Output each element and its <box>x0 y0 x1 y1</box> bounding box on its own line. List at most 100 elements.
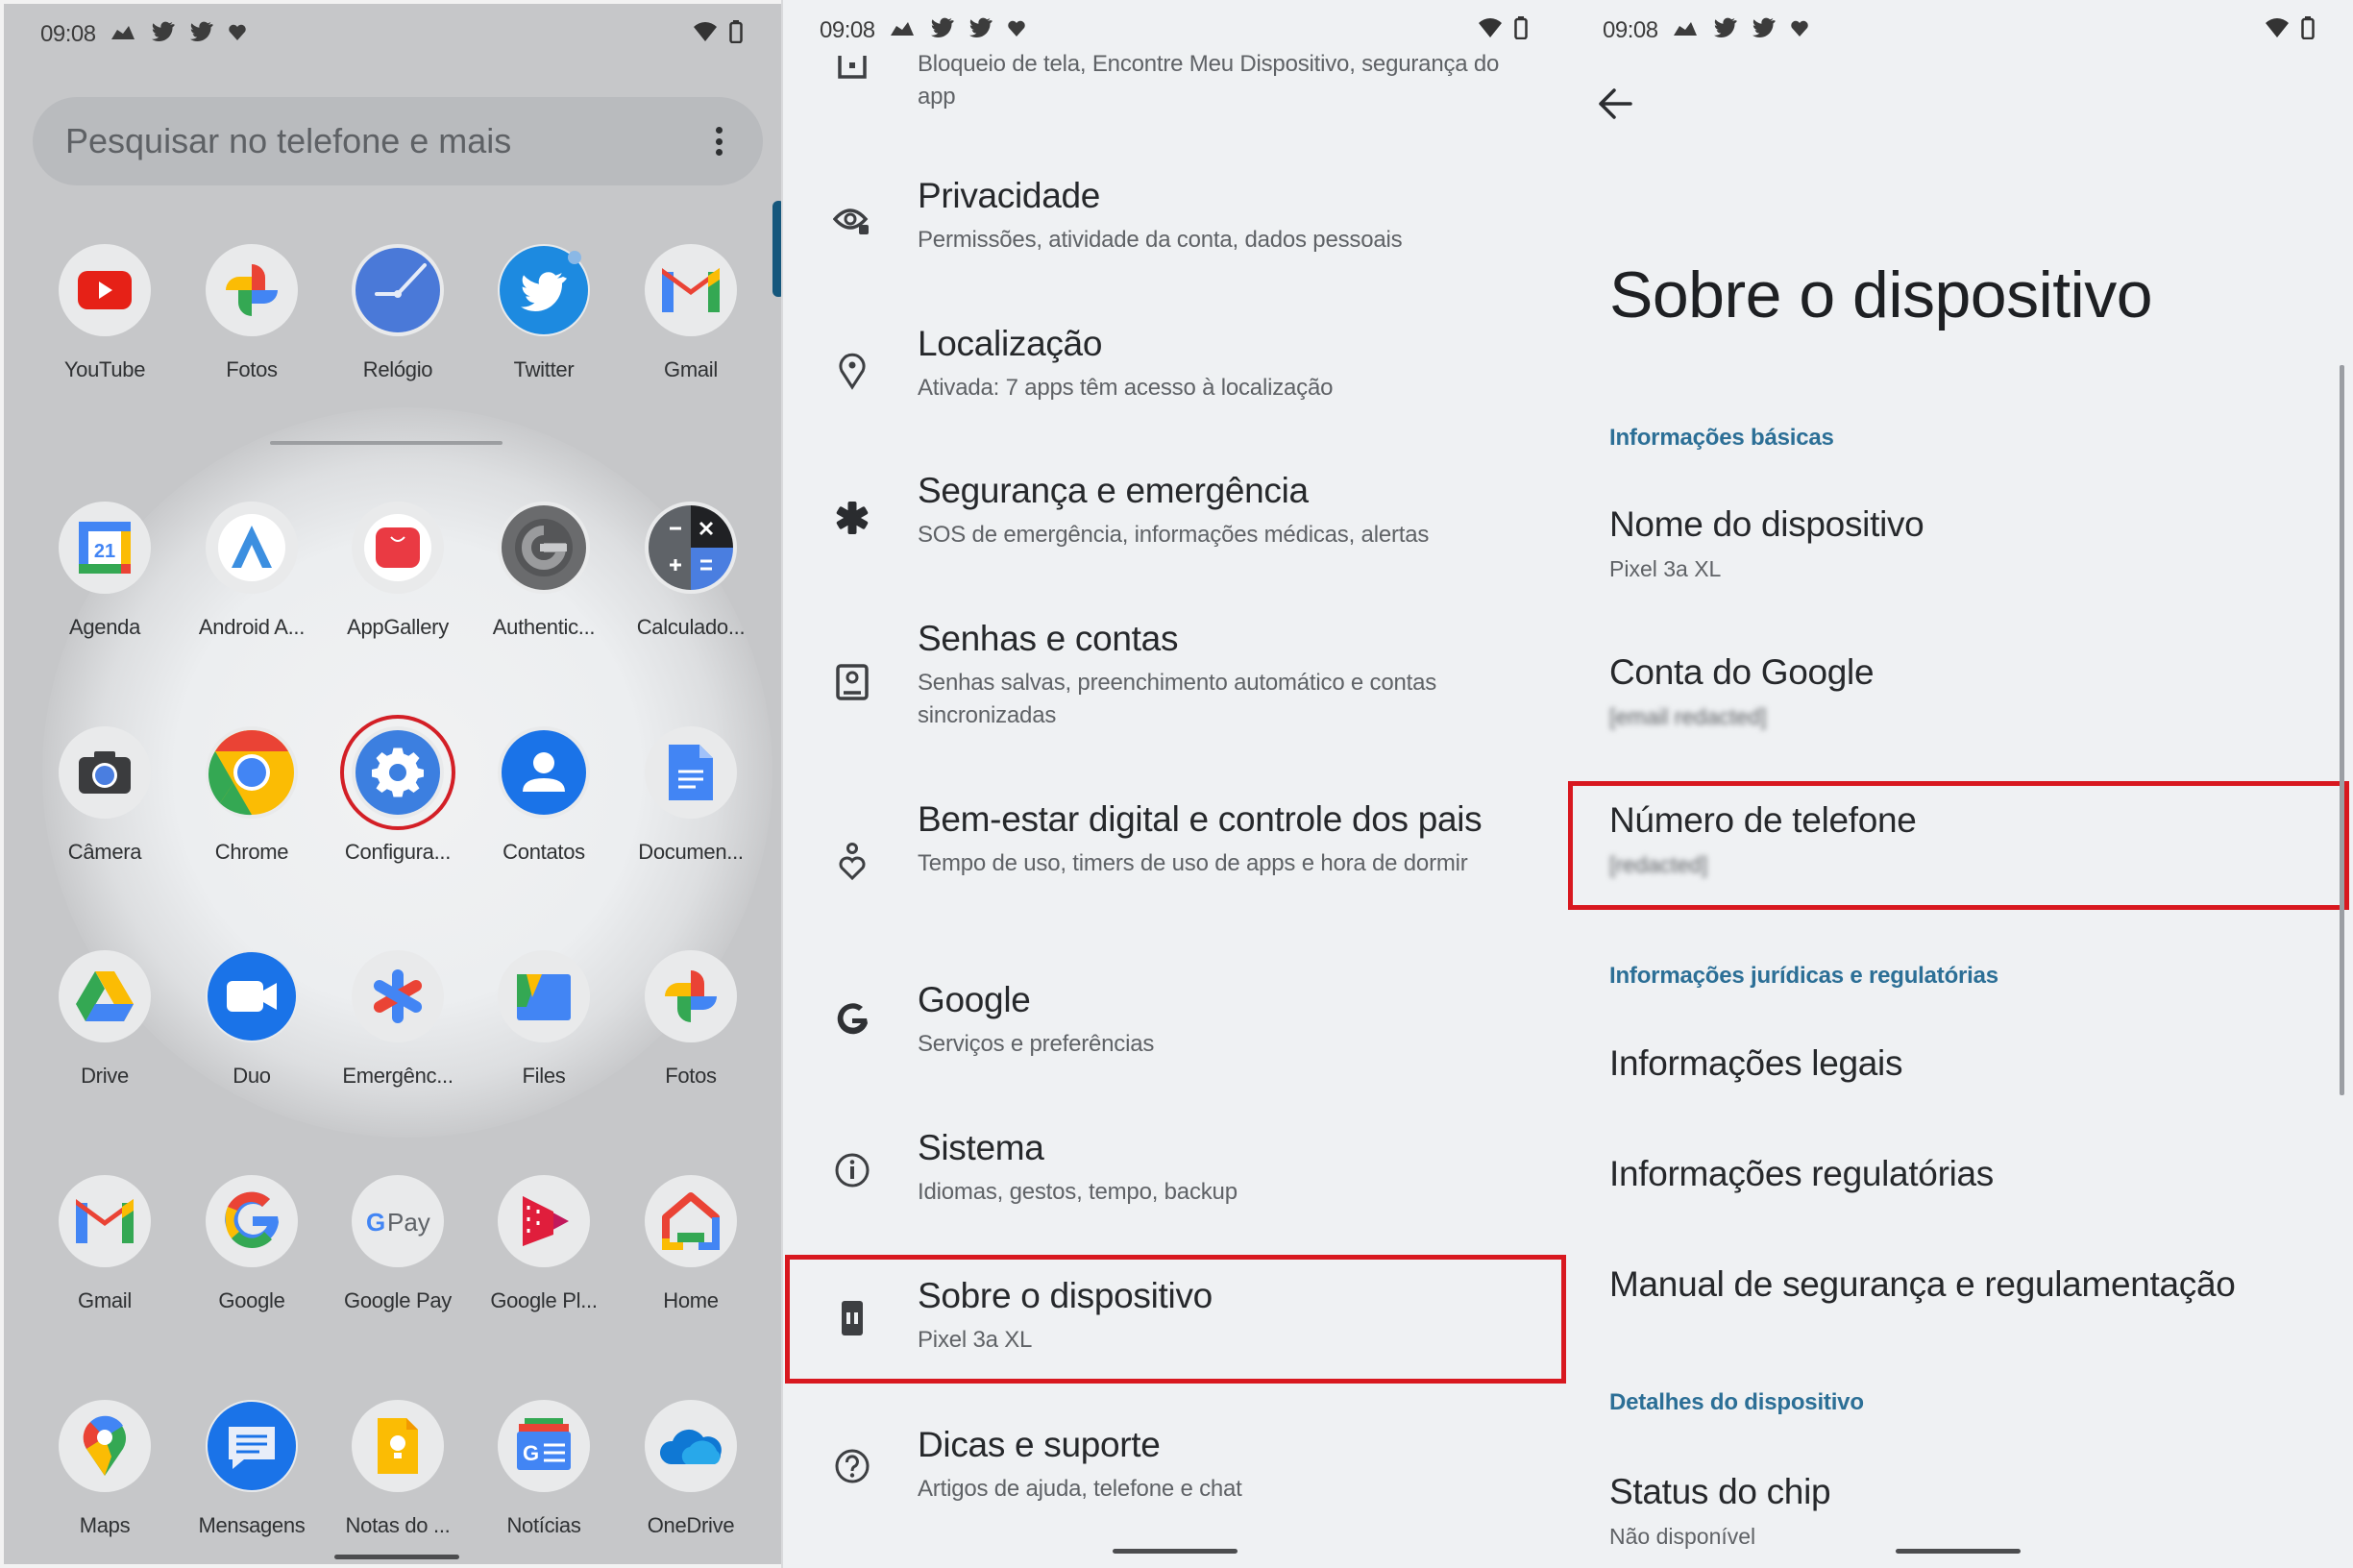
app-fotos[interactable]: Fotos <box>619 950 763 1089</box>
cloud-icon <box>1672 17 1699 44</box>
scrollbar[interactable] <box>772 201 781 297</box>
app-label: Chrome <box>214 840 289 864</box>
section-header-legal: Informações jurídicas e regulatórias <box>1609 963 1998 989</box>
heart-shield-icon <box>1790 17 1808 44</box>
app-label: Google Pay <box>344 1288 452 1312</box>
app-chrome[interactable]: Chrome <box>180 726 324 865</box>
highlight-box <box>785 1255 1566 1384</box>
about-device-panel: 09:08 Sobre o dispositivo Informações bá… <box>1566 0 2353 1568</box>
app-label: Configura... <box>344 840 452 864</box>
news-icon: G <box>498 1400 590 1492</box>
app-agenda[interactable]: 21 Agenda <box>33 502 177 640</box>
item-subtitle-redacted: [email redacted] <box>1609 704 1767 729</box>
cloud-icon <box>889 17 916 44</box>
docs-icon <box>645 726 737 819</box>
app-label: Files <box>522 1064 566 1088</box>
twitter-icon <box>1713 17 1737 45</box>
app-youtube[interactable]: YouTube <box>33 244 177 382</box>
contacts-icon <box>498 726 590 819</box>
app-appgallery[interactable]: AppGallery <box>326 502 470 640</box>
scrollbar[interactable] <box>2340 365 2344 1095</box>
app-label: Documen... <box>638 840 744 864</box>
app-calculado[interactable]: Calculado... <box>619 502 763 640</box>
status-bar: 09:08 <box>4 17 781 52</box>
app-google-pay[interactable]: G Pay Google Pay <box>326 1175 470 1313</box>
app-files[interactable]: Files <box>472 950 616 1089</box>
settings-item-title: Dicas e suporte <box>918 1425 1161 1464</box>
app-label: Authentic... <box>492 615 596 639</box>
app-twitter[interactable]: Twitter <box>472 244 616 382</box>
app-gmail[interactable]: Gmail <box>33 1175 177 1313</box>
item-title: Informações regulatórias <box>1609 1154 1994 1193</box>
app-label: YouTube <box>63 357 146 381</box>
onedrive-icon <box>645 1400 737 1492</box>
about-item-device-name[interactable]: Nome do dispositivo Pixel 3a XL <box>1609 504 2295 582</box>
appgallery-icon <box>352 502 444 594</box>
wellbeing-icon <box>831 841 873 883</box>
google-g-icon <box>831 999 873 1041</box>
app-label: Agenda <box>68 615 141 639</box>
status-bar: 09:08 <box>1566 13 2353 48</box>
home-icon <box>645 1175 737 1267</box>
app-onedrive[interactable]: OneDrive <box>619 1400 763 1538</box>
back-arrow-icon[interactable] <box>1597 85 1645 123</box>
calculator-icon <box>645 502 737 594</box>
status-time: 09:08 <box>820 17 875 43</box>
app-configura[interactable]: Configura... <box>326 715 470 865</box>
app-duo[interactable]: Duo <box>180 950 324 1089</box>
heart-shield-icon <box>1007 17 1025 44</box>
app-mensagens[interactable]: Mensagens <box>180 1400 324 1538</box>
about-item-legal-info[interactable]: Informações legais <box>1609 1043 2295 1084</box>
privacy-eye-icon <box>831 200 873 242</box>
status-bar: 09:08 <box>783 13 1566 48</box>
drive-icon <box>59 950 151 1042</box>
twitter-icon <box>498 244 590 336</box>
app-google-pl[interactable]: Google Pl... <box>472 1175 616 1313</box>
settings-item-title: Segurança e emergência <box>918 471 1309 510</box>
app-gmail[interactable]: Gmail <box>619 244 763 382</box>
wifi-icon <box>693 21 718 49</box>
app-contatos[interactable]: Contatos <box>472 726 616 865</box>
keep-notes-icon <box>352 1400 444 1492</box>
search-input[interactable] <box>65 121 707 161</box>
app-home[interactable]: Home <box>619 1175 763 1313</box>
app-label: Gmail <box>78 1288 132 1312</box>
app-authentic[interactable]: Authentic... <box>472 502 616 640</box>
app-label: Fotos <box>226 357 278 381</box>
item-title: Manual de segurança e regulamentação <box>1609 1264 2236 1304</box>
google-photos-icon <box>206 244 298 336</box>
about-item-google-account[interactable]: Conta do Google [email redacted] <box>1609 652 2295 730</box>
app-label: Maps <box>79 1513 131 1537</box>
app-android-a[interactable]: Android A... <box>180 502 324 640</box>
app-drawer-panel: 09:08 YouTube Fotos Relógio Twitter Gmail 21 A… <box>0 0 781 1568</box>
app-drive[interactable]: Drive <box>33 950 177 1089</box>
svg-text:Pay: Pay <box>387 1208 430 1237</box>
app-fotos[interactable]: Fotos <box>180 244 324 382</box>
app-notícias[interactable]: G Notícias <box>472 1400 616 1538</box>
about-item-safety-manual[interactable]: Manual de segurança e regulamentação <box>1609 1264 2295 1305</box>
settings-item-title: Localização <box>918 324 1103 363</box>
app-google[interactable]: Google <box>180 1175 324 1313</box>
about-item-regulatory-info[interactable]: Informações regulatórias <box>1609 1154 2295 1194</box>
settings-item-subtitle: Senhas salvas, preenchimento automático … <box>918 670 1437 728</box>
app-label: Drive <box>81 1064 129 1088</box>
app-maps[interactable]: Maps <box>33 1400 177 1538</box>
app-câmera[interactable]: Câmera <box>33 726 177 865</box>
item-subtitle: Não disponível <box>1609 1524 1756 1549</box>
settings-item-subtitle: Ativada: 7 apps têm acesso à localização <box>918 375 1334 401</box>
youtube-icon <box>59 244 151 336</box>
app-notas-do[interactable]: Notas do ... <box>326 1400 470 1538</box>
app-documen[interactable]: Documen... <box>619 726 763 865</box>
search-bar[interactable] <box>33 97 763 185</box>
app-relógio[interactable]: Relógio <box>326 244 470 382</box>
settings-item-text: Segurança e emergência SOS de emergência,… <box>918 471 1530 551</box>
about-item-sim-status[interactable]: Status do chip Não disponível <box>1609 1472 2295 1550</box>
camera-icon <box>59 726 151 819</box>
app-label: Relógio <box>362 357 433 381</box>
settings-item-title: Privacidade <box>918 176 1101 215</box>
play-movies-icon <box>498 1175 590 1267</box>
clock-icon <box>352 244 444 336</box>
more-options-icon[interactable] <box>707 122 730 160</box>
app-emergênc[interactable]: Emergênc... <box>326 950 470 1089</box>
section-header-basic: Informações básicas <box>1609 425 1834 451</box>
